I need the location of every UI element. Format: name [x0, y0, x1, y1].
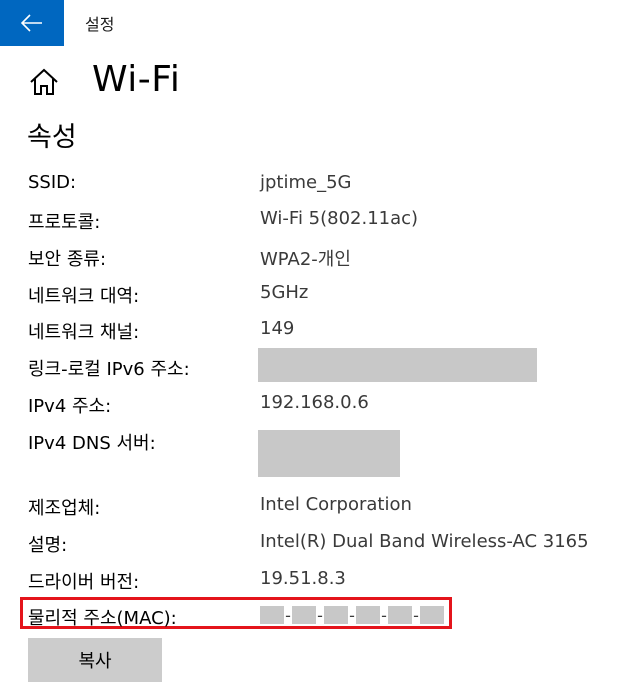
property-label-ipv4: IPv4 주소:	[28, 396, 112, 417]
property-value-driver-version: 19.51.8.3	[260, 568, 346, 589]
redacted-ipv6-address	[258, 348, 537, 382]
mac-separator: -	[413, 605, 419, 625]
redacted-mac-octet	[324, 606, 348, 624]
arrow-left-icon	[21, 14, 42, 32]
property-value-description: Intel(R) Dual Band Wireless-AC 3165	[260, 531, 589, 552]
property-value-protocol: Wi-Fi 5(802.11ac)	[260, 208, 419, 229]
property-label-mac-address: 물리적 주소(MAC):	[28, 608, 177, 629]
mac-separator: -	[349, 605, 355, 625]
home-icon[interactable]	[28, 66, 60, 98]
copy-button[interactable]: 복사	[28, 638, 162, 682]
redacted-mac-octet	[420, 606, 444, 624]
property-label-ssid: SSID:	[28, 172, 77, 193]
mac-separator: -	[285, 605, 291, 625]
redacted-dns-servers	[258, 430, 400, 477]
property-label-ipv4-dns: IPv4 DNS 서버:	[28, 433, 156, 454]
page-title: Wi-Fi	[92, 59, 181, 100]
property-label-link-local-ipv6: 링크-로컬 IPv6 주소:	[28, 359, 190, 380]
mac-separator: -	[317, 605, 323, 625]
property-label-description: 설명:	[28, 535, 68, 556]
property-value-network-band: 5GHz	[260, 282, 309, 303]
property-label-protocol: 프로토콜:	[28, 212, 101, 233]
redacted-mac-octet	[356, 606, 380, 624]
property-label-driver-version: 드라이버 버전:	[28, 572, 140, 593]
property-value-ipv4: 192.168.0.6	[260, 392, 369, 413]
redacted-mac-octet	[292, 606, 316, 624]
title-bar: 설정	[0, 0, 620, 46]
property-value-network-channel: 149	[260, 318, 295, 339]
section-title: 속성	[27, 122, 77, 153]
property-label-security-type: 보안 종류:	[28, 249, 107, 270]
redacted-mac-octet	[260, 606, 284, 624]
property-label-manufacturer: 제조업체:	[28, 498, 101, 519]
property-label-network-channel: 네트워크 채널:	[28, 322, 140, 343]
back-button[interactable]	[0, 0, 64, 46]
redacted-mac-octet	[388, 606, 412, 624]
window-title: 설정	[85, 15, 115, 34]
property-value-ssid: jptime_5G	[260, 172, 352, 193]
mac-separator: -	[381, 605, 387, 625]
property-label-network-band: 네트워크 대역:	[28, 286, 140, 307]
redacted-mac-address: - - - - -	[260, 604, 444, 626]
property-value-security-type: WPA2-개인	[260, 249, 351, 270]
property-value-manufacturer: Intel Corporation	[260, 494, 412, 515]
